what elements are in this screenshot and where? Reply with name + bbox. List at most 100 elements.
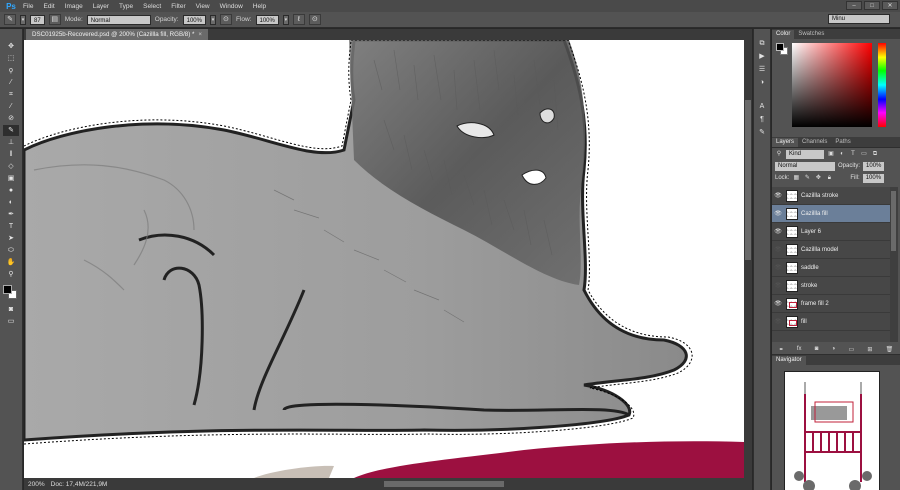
tab-navigator[interactable]: Navigator bbox=[772, 356, 806, 365]
new-layer-icon[interactable]: ⊞ bbox=[867, 346, 872, 353]
actions-panel-icon[interactable]: ▶ bbox=[755, 52, 769, 62]
layer-row[interactable]: 👁︎ Cazillla fill bbox=[772, 205, 890, 223]
lock-pixels-icon[interactable]: ✎ bbox=[803, 174, 811, 182]
menu-image[interactable]: Image bbox=[60, 3, 88, 10]
eye-icon[interactable]: 👁︎ bbox=[772, 192, 784, 199]
blend-mode-select[interactable]: Normal bbox=[775, 161, 835, 171]
layer-filter-select[interactable]: Kind bbox=[786, 149, 824, 159]
filter-pixel-icon[interactable]: ▣ bbox=[827, 150, 835, 158]
hand-tool-icon[interactable]: ✋ bbox=[3, 257, 19, 268]
layer-row[interactable]: 👁︎ fill bbox=[772, 313, 890, 331]
type-tool-icon[interactable]: T bbox=[3, 221, 19, 232]
menu-layer[interactable]: Layer bbox=[88, 3, 114, 10]
eye-icon[interactable]: 👁︎ bbox=[772, 210, 784, 217]
filter-adjustment-icon[interactable]: ◐ bbox=[838, 150, 846, 158]
adjustments-panel-icon[interactable]: ◑ bbox=[755, 78, 769, 88]
delete-layer-icon[interactable]: 🗑︎ bbox=[886, 346, 894, 353]
tab-paths[interactable]: Paths bbox=[831, 138, 854, 147]
pressure-opacity-icon[interactable]: ⊙ bbox=[219, 14, 232, 25]
shape-tool-icon[interactable]: ⬭ bbox=[3, 245, 19, 256]
color-swatches[interactable] bbox=[2, 284, 20, 300]
menu-filter[interactable]: Filter bbox=[166, 3, 190, 10]
lock-position-icon[interactable]: ✥ bbox=[814, 174, 822, 182]
zoom-tool-icon[interactable]: ⚲ bbox=[3, 269, 19, 280]
foreground-color-swatch[interactable] bbox=[3, 285, 12, 294]
canvas-vertical-scrollbar[interactable] bbox=[744, 40, 752, 478]
quick-mask-icon[interactable]: ◙ bbox=[3, 304, 19, 315]
filter-type-icon[interactable]: T bbox=[849, 150, 857, 158]
brush-size-field[interactable]: 87 bbox=[30, 14, 45, 25]
menu-window[interactable]: Window bbox=[215, 3, 248, 10]
horizontal-scroll-thumb[interactable] bbox=[384, 481, 504, 487]
path-select-tool-icon[interactable]: ➤ bbox=[3, 233, 19, 244]
pen-tool-icon[interactable]: ✒ bbox=[3, 209, 19, 220]
vertical-scroll-thumb[interactable] bbox=[745, 100, 751, 260]
eye-icon[interactable]: 👁︎ bbox=[772, 300, 784, 307]
marquee-tool-icon[interactable]: ⬚ bbox=[3, 53, 19, 64]
paragraph-panel-icon[interactable]: ¶ bbox=[755, 115, 769, 125]
eyedropper-tool-icon[interactable]: ⁄ bbox=[3, 101, 19, 112]
history-panel-icon[interactable]: ⧉ bbox=[755, 39, 769, 49]
screen-mode-icon[interactable]: ▭ bbox=[3, 316, 19, 327]
layer-fill-field[interactable]: 100% bbox=[862, 173, 885, 183]
crop-tool-icon[interactable]: ⌗ bbox=[3, 89, 19, 100]
zoom-level[interactable]: 200% bbox=[28, 481, 45, 488]
lasso-tool-icon[interactable]: ϙ bbox=[3, 65, 19, 76]
brush-tool-icon[interactable]: ✎ bbox=[3, 125, 19, 136]
opacity-field[interactable]: 100% bbox=[182, 14, 206, 25]
chevron-down-icon[interactable]: ▾ bbox=[282, 14, 289, 25]
layer-opacity-field[interactable]: 100% bbox=[863, 161, 885, 171]
layer-row[interactable]: 👁︎ stroke bbox=[772, 277, 890, 295]
character-panel-icon[interactable]: A bbox=[755, 102, 769, 112]
layer-row[interactable]: 👁︎ Cazillla stroke bbox=[772, 187, 890, 205]
history-brush-tool-icon[interactable]: ǁ bbox=[3, 149, 19, 160]
menu-select[interactable]: Select bbox=[138, 3, 166, 10]
move-tool-icon[interactable]: ✥ bbox=[3, 41, 19, 52]
minimize-icon[interactable]: – bbox=[846, 1, 862, 10]
document-tab[interactable]: DSC01925b-Recovered.psd @ 200% (Cazillla… bbox=[26, 29, 209, 40]
eraser-tool-icon[interactable]: ◇ bbox=[3, 161, 19, 172]
quick-select-tool-icon[interactable]: ⁄ bbox=[3, 77, 19, 88]
brush-tool-preset-icon[interactable]: ✎ bbox=[4, 14, 16, 25]
brush-presets-icon[interactable]: ✎ bbox=[755, 128, 769, 138]
navigator-preview[interactable] bbox=[784, 371, 880, 490]
lock-transparency-icon[interactable]: ▦ bbox=[792, 174, 800, 182]
lock-all-icon[interactable]: 🔒︎ bbox=[825, 174, 833, 182]
workspace-switcher[interactable]: Minu bbox=[828, 14, 890, 24]
eye-icon[interactable]: 👁︎ bbox=[772, 246, 784, 253]
properties-panel-icon[interactable]: ☰ bbox=[755, 65, 769, 75]
color-picker-field[interactable] bbox=[792, 43, 872, 127]
document-canvas[interactable] bbox=[24, 40, 744, 478]
healing-brush-tool-icon[interactable]: ⊘ bbox=[3, 113, 19, 124]
layer-row[interactable]: 👁︎ Layer 6 bbox=[772, 223, 890, 241]
eye-icon[interactable]: 👁︎ bbox=[772, 264, 784, 271]
document-size-info[interactable]: Doc: 17,4M/221,9M bbox=[51, 481, 108, 488]
layer-list-scrollbar[interactable] bbox=[890, 187, 898, 342]
clone-stamp-tool-icon[interactable]: ⊥ bbox=[3, 137, 19, 148]
new-group-icon[interactable]: ▭ bbox=[849, 346, 855, 353]
layer-style-icon[interactable]: fx bbox=[797, 346, 802, 352]
close-icon[interactable]: × bbox=[198, 31, 202, 38]
foreground-color-swatch[interactable] bbox=[776, 43, 784, 51]
hue-slider[interactable] bbox=[878, 43, 886, 127]
menu-edit[interactable]: Edit bbox=[38, 3, 59, 10]
gradient-tool-icon[interactable]: ▣ bbox=[3, 173, 19, 184]
tab-layers[interactable]: Layers bbox=[772, 138, 799, 147]
blur-tool-icon[interactable]: ● bbox=[3, 185, 19, 196]
eye-icon[interactable]: 👁︎ bbox=[772, 228, 784, 235]
eye-icon[interactable]: 👁︎ bbox=[772, 318, 784, 325]
menu-type[interactable]: Type bbox=[114, 3, 138, 10]
filter-shape-icon[interactable]: ▭ bbox=[860, 150, 868, 158]
tab-color[interactable]: Color bbox=[772, 30, 795, 39]
layer-row[interactable]: 👁︎ frame fill 2 bbox=[772, 295, 890, 313]
menu-view[interactable]: View bbox=[191, 3, 215, 10]
brush-panel-icon[interactable]: ▤ bbox=[48, 14, 61, 25]
adjustment-layer-icon[interactable]: ◑ bbox=[832, 346, 836, 352]
airbrush-icon[interactable]: ℓ bbox=[292, 14, 305, 25]
layer-row[interactable]: 👁︎ saddle bbox=[772, 259, 890, 277]
filter-smart-object-icon[interactable]: ⧉ bbox=[871, 150, 879, 158]
close-icon[interactable]: ✕ bbox=[882, 1, 898, 10]
link-layers-icon[interactable]: ⚭ bbox=[779, 346, 784, 353]
chevron-down-icon[interactable]: ▾ bbox=[20, 14, 26, 25]
eye-icon[interactable]: 👁︎ bbox=[772, 282, 784, 289]
